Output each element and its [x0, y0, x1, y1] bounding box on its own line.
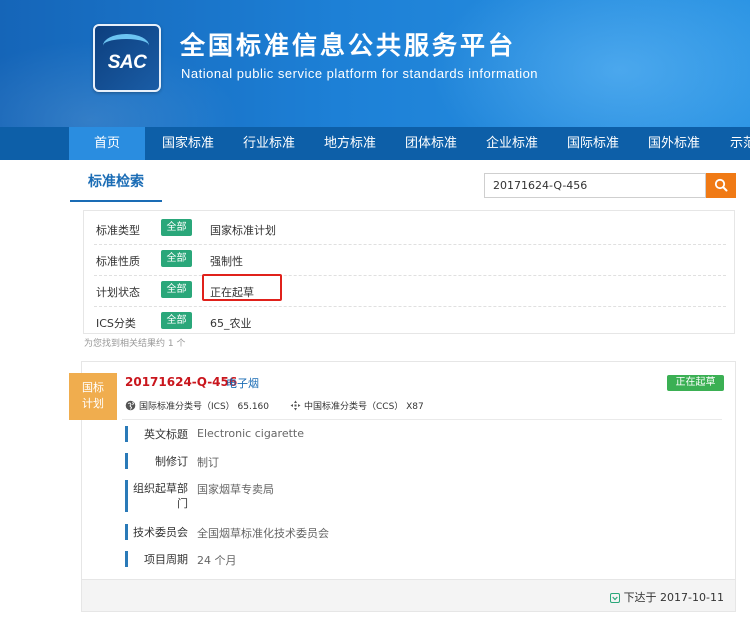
nav-item-enterprise[interactable]: 企业标准: [474, 127, 550, 160]
result-code-link[interactable]: 20171624-Q-456: [125, 375, 237, 389]
filter-label: 标准类型: [96, 224, 140, 237]
badge-line-1: 国标: [82, 381, 104, 394]
detail-value-drafting-dept: 国家烟草专卖局: [197, 483, 274, 496]
nav-item-industry[interactable]: 行业标准: [231, 127, 307, 160]
ccs-text: 中国标准分类号（CCS） X87: [304, 402, 424, 412]
detail-value-english-title: Electronic cigarette: [197, 427, 304, 440]
filter-value[interactable]: 强制性: [210, 253, 243, 269]
filter-all-button[interactable]: 全部: [161, 312, 192, 329]
status-badge: 正在起草: [667, 375, 724, 391]
filter-label: 标准性质: [96, 255, 140, 268]
detail-marker: [125, 480, 128, 512]
globe-icon: [125, 400, 136, 411]
filter-value[interactable]: 国家标准计划: [210, 222, 276, 238]
ics-text: 国际标准分类号（ICS） 65.160: [139, 402, 270, 412]
nav-item-demo[interactable]: 示范: [717, 127, 750, 160]
nav-item-international[interactable]: 国际标准: [555, 127, 631, 160]
detail-value-committee: 全国烟草标准化技术委员会: [197, 527, 329, 540]
detail-label-revision: 制修订: [155, 455, 188, 468]
result-count: 为您找到相关结果约 1 个: [84, 339, 186, 349]
type-badge: 国标 计划: [69, 373, 117, 420]
highlight-annotation-box: [202, 274, 282, 301]
download-icon: [609, 593, 620, 603]
detail-marker: [125, 453, 128, 469]
divider: [122, 419, 722, 420]
crosshair-icon: [290, 400, 301, 411]
result-footer: 下达于 2017-10-11: [82, 579, 735, 611]
filter-panel: 标准类型 全部 国家标准计划 标准性质 全部 强制性 计划状态 全部 正在起草 …: [83, 210, 735, 334]
site-header: SAC 全国标准信息公共服务平台 National public service…: [0, 0, 750, 127]
issued-text: 下达于 2017-10-11: [623, 591, 724, 604]
tab-standard-search[interactable]: 标准检索: [70, 161, 162, 202]
logo-text: SAC: [107, 52, 147, 73]
detail-marker: [125, 426, 128, 442]
site-title: 全国标准信息公共服务平台: [180, 31, 517, 60]
nav-item-home[interactable]: 首页: [69, 127, 145, 160]
nav-item-national[interactable]: 国家标准: [150, 127, 226, 160]
filter-all-button[interactable]: 全部: [161, 250, 192, 267]
search-input[interactable]: 20171624-Q-456: [484, 173, 706, 198]
detail-label-english-title: 英文标题: [144, 428, 188, 441]
filter-all-button[interactable]: 全部: [161, 281, 192, 298]
search-icon: [714, 178, 728, 192]
detail-label-project-period: 项目周期: [144, 553, 188, 566]
result-name-link[interactable]: 电子烟: [226, 375, 259, 391]
sac-logo[interactable]: SAC: [93, 24, 161, 92]
filter-all-button[interactable]: 全部: [161, 219, 192, 236]
badge-line-2: 计划: [82, 397, 104, 410]
detail-label-committee: 技术委员会: [133, 526, 188, 539]
site-subtitle: National public service platform for sta…: [181, 66, 539, 81]
filter-label: ICS分类: [96, 317, 136, 330]
search-button[interactable]: [706, 173, 736, 198]
ccs-meta: 中国标准分类号（CCS） X87: [290, 399, 424, 412]
filter-value[interactable]: 65_农业: [210, 315, 252, 331]
nav-item-local[interactable]: 地方标准: [312, 127, 388, 160]
nav-item-group[interactable]: 团体标准: [393, 127, 469, 160]
filter-row-ics: ICS分类 全部 65_农业: [94, 306, 726, 337]
ics-meta: 国际标准分类号（ICS） 65.160: [125, 399, 269, 412]
main-nav: 首页 国家标准 行业标准 地方标准 团体标准 企业标准 国际标准 国外标准 示范: [0, 127, 750, 160]
detail-value-revision: 制订: [197, 456, 219, 469]
detail-marker: [125, 551, 128, 567]
detail-marker: [125, 524, 128, 540]
filter-label: 计划状态: [96, 286, 140, 299]
filter-row-nature: 标准性质 全部 强制性: [94, 244, 726, 276]
detail-label-drafting-dept: 组织起草部门: [133, 482, 188, 510]
filter-row-plan-status: 计划状态 全部 正在起草: [94, 275, 726, 307]
header-glow: [430, 0, 750, 127]
detail-value-project-period: 24 个月: [197, 554, 237, 567]
nav-item-foreign[interactable]: 国外标准: [636, 127, 712, 160]
issued-date: 下达于 2017-10-11: [609, 589, 724, 605]
filter-row-type: 标准类型 全部 国家标准计划: [94, 213, 726, 245]
